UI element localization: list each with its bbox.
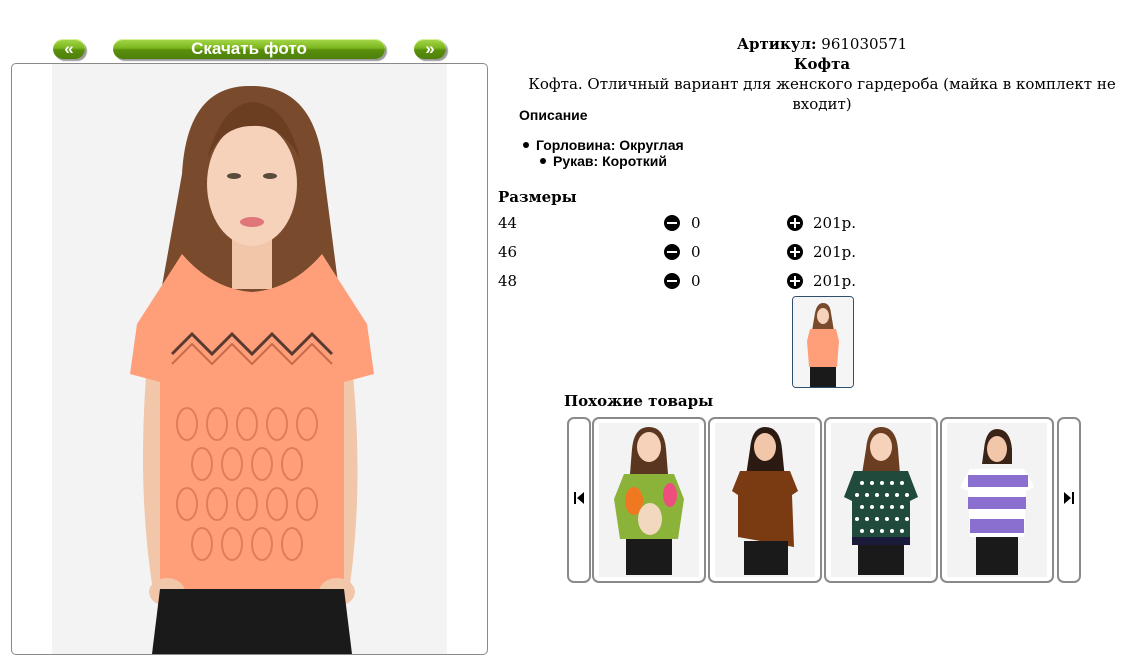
price-value: 201р.	[813, 272, 857, 290]
price-value: 201р.	[813, 214, 857, 232]
sizes-title: Размеры	[498, 188, 577, 206]
quantity-value: 0	[691, 243, 701, 261]
product-short-description: Кофта. Отличный вариант для женского гар…	[528, 75, 1116, 113]
prev-photo-button[interactable]: «	[53, 39, 85, 59]
feature-neckline: Горловина: Округлая	[536, 137, 684, 153]
minus-icon[interactable]	[664, 215, 680, 231]
bullet-icon	[540, 158, 546, 165]
size-value: 46	[498, 243, 518, 261]
main-photo-frame	[11, 63, 488, 655]
product-info: Артикул: 961030571 Кофта Кофта. Отличный…	[498, 34, 1141, 114]
next-photo-button[interactable]: »	[414, 39, 446, 59]
skip-previous-icon	[574, 492, 584, 504]
minus-icon[interactable]	[664, 244, 680, 260]
minus-icon[interactable]	[664, 273, 680, 289]
plus-icon[interactable]	[787, 244, 803, 260]
size-row-46: 46 0 201р.	[498, 243, 898, 263]
bullet-icon	[523, 142, 529, 149]
similar-title: Похожие товары	[564, 392, 714, 410]
quantity-value: 0	[691, 214, 701, 232]
product-name: Кофта	[793, 55, 851, 73]
description-title: Описание	[519, 107, 588, 123]
similar-item-card[interactable]	[592, 417, 706, 583]
carousel-prev-button[interactable]	[567, 417, 591, 583]
skip-next-icon	[1064, 492, 1074, 504]
main-photo	[52, 64, 447, 654]
size-value: 48	[498, 272, 518, 290]
plus-icon[interactable]	[787, 215, 803, 231]
size-row-44: 44 0 201р.	[498, 214, 898, 234]
article-row: Артикул: 961030571	[498, 34, 1141, 54]
download-photo-button[interactable]: Скачать фото	[113, 39, 385, 59]
similar-item-card[interactable]	[824, 417, 938, 583]
price-value: 201р.	[813, 243, 857, 261]
plus-icon[interactable]	[787, 273, 803, 289]
photo-thumbnail[interactable]	[792, 296, 854, 388]
article-label: Артикул:	[736, 35, 817, 53]
similar-item-card[interactable]	[940, 417, 1054, 583]
similar-item-card[interactable]	[708, 417, 822, 583]
carousel-next-button[interactable]	[1057, 417, 1081, 583]
feature-item: Горловина: Округлая	[523, 137, 684, 153]
size-value: 44	[498, 214, 518, 232]
article-value: 961030571	[821, 35, 908, 53]
feature-item: Рукав: Короткий	[540, 153, 667, 169]
feature-sleeve: Рукав: Короткий	[553, 153, 668, 169]
size-row-48: 48 0 201р.	[498, 272, 898, 292]
quantity-value: 0	[691, 272, 701, 290]
